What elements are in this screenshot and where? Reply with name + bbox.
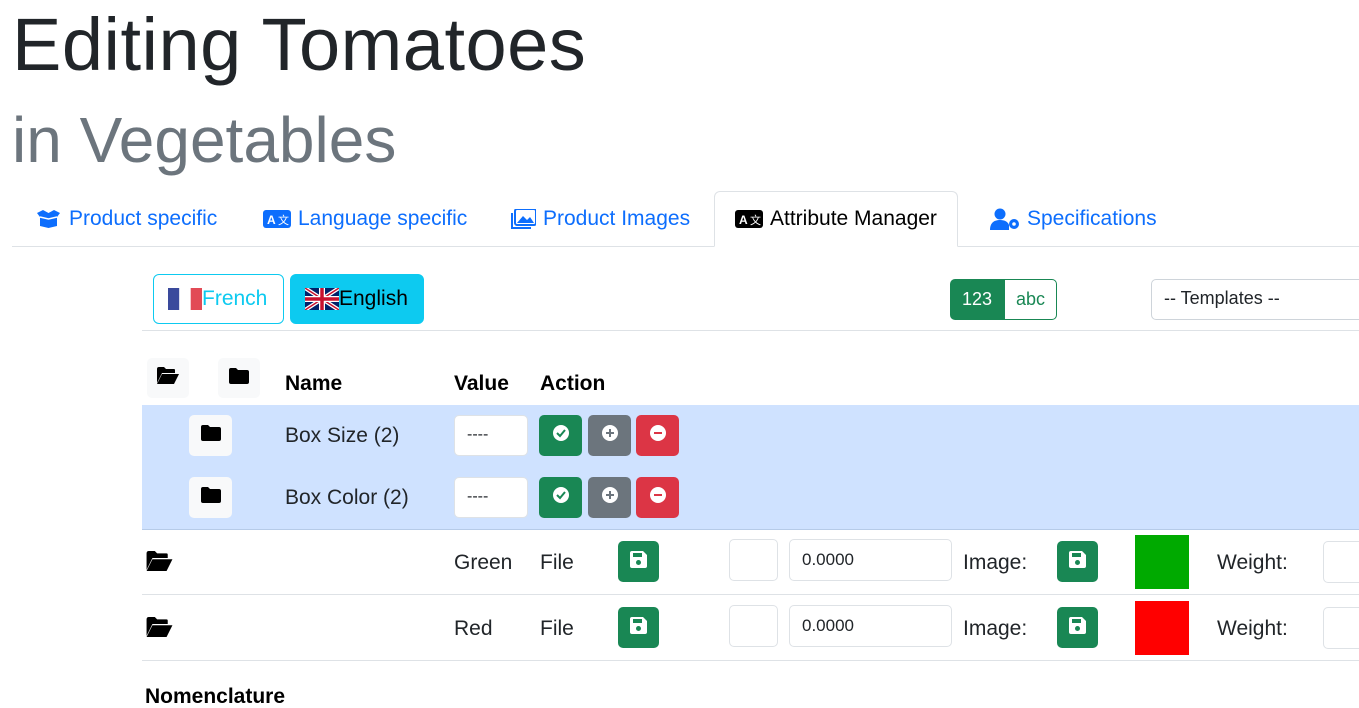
folder-icon <box>229 367 249 389</box>
tab-attribute-manager[interactable]: A文 Attribute Manager <box>714 191 958 247</box>
language-label: French <box>202 287 268 310</box>
language-icon: A文 <box>263 209 291 228</box>
confirm-button[interactable] <box>539 415 582 456</box>
attribute-value-row: Green File 0.0000 Image: Weight: <box>142 529 1359 595</box>
images-icon <box>511 208 536 229</box>
box-icon <box>35 209 62 229</box>
tab-label: Attribute Manager <box>770 207 937 230</box>
group-folder-button[interactable] <box>189 477 232 518</box>
add-button[interactable] <box>588 415 631 456</box>
weight-input[interactable] <box>1323 607 1359 649</box>
language-button-english[interactable]: English <box>290 274 424 324</box>
svg-text:A: A <box>267 213 276 227</box>
header-value: Value <box>454 372 509 395</box>
attribute-group-row: Box Color (2) ---- <box>142 467 1359 530</box>
fr-flag-icon <box>168 288 202 310</box>
expand-all-button[interactable] <box>147 358 189 398</box>
group-value-input[interactable]: ---- <box>454 477 528 518</box>
image-save-button[interactable] <box>1057 607 1098 648</box>
plus-circle-icon <box>601 424 619 447</box>
group-name: Box Color (2) <box>285 486 409 509</box>
folder-open-icon[interactable] <box>146 617 173 642</box>
minus-circle-icon <box>649 424 667 447</box>
numeric-toggle-button[interactable]: 123 <box>950 279 1004 320</box>
language-button-french[interactable]: French <box>153 274 284 324</box>
file-save-button[interactable] <box>618 607 659 648</box>
folder-icon <box>200 425 221 446</box>
folder-open-icon[interactable] <box>146 551 173 576</box>
price-input[interactable]: 0.0000 <box>789 605 952 647</box>
value-input[interactable] <box>729 605 778 647</box>
svg-text:A: A <box>739 213 748 227</box>
group-folder-button[interactable] <box>189 415 232 456</box>
weight-label: Weight: <box>1217 551 1288 574</box>
svg-text:文: 文 <box>278 213 289 227</box>
weight-label: Weight: <box>1217 617 1288 640</box>
tab-language-specific[interactable]: A文 Language specific <box>263 191 467 246</box>
save-icon <box>630 550 647 573</box>
check-circle-icon <box>552 424 570 447</box>
add-button[interactable] <box>588 477 631 518</box>
color-swatch[interactable] <box>1135 535 1189 589</box>
weight-input[interactable] <box>1323 541 1359 583</box>
svg-text:文: 文 <box>750 213 761 227</box>
plus-circle-icon <box>601 486 619 509</box>
templates-select[interactable]: -- Templates -- <box>1151 279 1359 320</box>
folder-open-icon <box>157 367 179 389</box>
header-name: Name <box>285 372 343 395</box>
tab-label: Specifications <box>1027 206 1157 230</box>
alpha-toggle-button[interactable]: abc <box>1004 279 1057 320</box>
value-name: Green <box>454 551 513 574</box>
color-swatch[interactable] <box>1135 601 1189 655</box>
minus-circle-icon <box>649 486 667 509</box>
page-title: Editing Tomatoes <box>12 3 587 86</box>
tab-label: Product Images <box>543 206 691 230</box>
collapse-all-button[interactable] <box>218 358 260 398</box>
file-label: File <box>540 617 574 640</box>
tab-specifications[interactable]: Specifications <box>990 191 1157 246</box>
user-gear-icon <box>990 208 1020 230</box>
confirm-button[interactable] <box>539 477 582 518</box>
gb-flag-icon <box>303 286 341 312</box>
page-subtitle: in Vegetables <box>12 104 397 176</box>
image-label: Image: <box>963 617 1028 640</box>
attribute-value-row: Red File 0.0000 Image: Weight: <box>142 595 1359 661</box>
tab-product-images[interactable]: Product Images <box>511 191 690 246</box>
remove-button[interactable] <box>636 477 679 518</box>
value-name: Red <box>454 617 493 640</box>
file-save-button[interactable] <box>618 541 659 582</box>
tab-label: Product specific <box>69 206 218 230</box>
image-save-button[interactable] <box>1057 541 1098 582</box>
divider <box>142 330 1359 331</box>
header-action: Action <box>540 372 606 395</box>
value-input[interactable] <box>729 539 778 581</box>
image-label: Image: <box>963 551 1028 574</box>
check-circle-icon <box>552 486 570 509</box>
tab-product-specific[interactable]: Product specific <box>35 191 217 246</box>
tab-bar: Product specific A文 Language specific Pr… <box>12 191 1359 247</box>
language-label: English <box>339 287 408 310</box>
save-icon <box>1069 616 1086 639</box>
group-name: Box Size (2) <box>285 424 400 447</box>
attribute-group-row: Box Size (2) ---- <box>142 405 1359 468</box>
save-icon <box>630 616 647 639</box>
save-icon <box>1069 550 1086 573</box>
folder-icon <box>200 487 221 508</box>
tab-label: Language specific <box>298 206 468 230</box>
file-label: File <box>540 551 574 574</box>
language-icon: A文 <box>735 210 763 228</box>
group-value-input[interactable]: ---- <box>454 415 528 456</box>
price-input[interactable]: 0.0000 <box>789 539 952 581</box>
remove-button[interactable] <box>636 415 679 456</box>
